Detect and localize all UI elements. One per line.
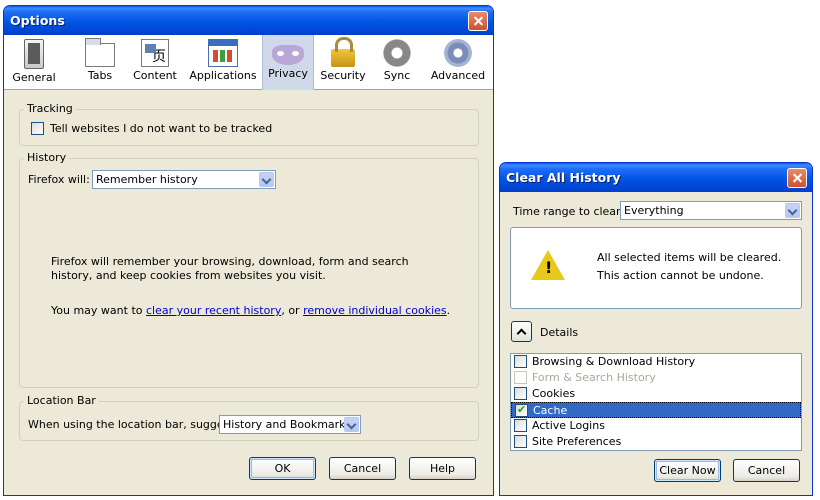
content-icon xyxy=(141,39,169,67)
active-logins-checkbox[interactable] xyxy=(514,419,527,432)
cache-label: Cache xyxy=(533,404,568,417)
applications-icon xyxy=(208,39,238,67)
options-close-button[interactable] xyxy=(468,11,488,31)
history-mode-select[interactable]: Remember history xyxy=(92,170,276,189)
chevron-down-icon[interactable] xyxy=(785,203,800,218)
clear-history-titlebar[interactable]: Clear All History xyxy=(500,163,812,192)
remove-individual-cookies-link[interactable]: remove individual cookies xyxy=(303,304,447,317)
chevron-down-icon[interactable] xyxy=(344,417,359,432)
tab-applications-label: Applications xyxy=(189,69,257,82)
clear-items-list: Browsing & Download History Form & Searc… xyxy=(510,353,802,451)
options-titlebar[interactable]: Options xyxy=(4,6,493,35)
do-not-track-label[interactable]: Tell websites I do not want to be tracke… xyxy=(50,122,272,135)
history-group: History Firefox will: Remember history F… xyxy=(19,151,479,388)
help-button[interactable]: Help xyxy=(409,457,476,480)
sync-icon xyxy=(383,39,411,67)
cancel-button[interactable]: Cancel xyxy=(329,457,396,480)
details-toggle-button[interactable] xyxy=(511,321,532,342)
tab-general-label: General xyxy=(12,71,56,84)
clear-history-title: Clear All History xyxy=(506,170,621,185)
site-preferences-checkbox[interactable] xyxy=(514,435,527,448)
warning-panel: All selected items will be cleared. This… xyxy=(510,227,802,309)
tab-security[interactable]: Security xyxy=(318,35,368,90)
active-logins-label: Active Logins xyxy=(532,419,605,432)
tab-security-label: Security xyxy=(320,69,366,82)
history-mode-value: Remember history xyxy=(96,173,198,186)
site-preferences-label: Site Preferences xyxy=(532,435,622,448)
tab-tabs-label: Tabs xyxy=(87,69,113,82)
chevron-down-icon[interactable] xyxy=(259,172,274,187)
clear-history-close-button[interactable] xyxy=(787,168,807,188)
form-history-label: Form & Search History xyxy=(532,371,656,384)
form-history-checkbox xyxy=(514,371,527,384)
tab-privacy-label: Privacy xyxy=(268,67,308,80)
warning-icon xyxy=(531,250,565,280)
list-item-cookies[interactable]: Cookies xyxy=(511,386,801,402)
do-not-track-checkbox[interactable] xyxy=(31,122,44,135)
suggest-label: When using the location bar, suggest: xyxy=(28,418,238,431)
tab-content[interactable]: Content xyxy=(128,35,182,90)
options-window: Options General Tabs Content Application… xyxy=(3,5,494,496)
browsing-history-label: Browsing & Download History xyxy=(532,355,696,368)
ok-button[interactable]: OK xyxy=(249,457,316,480)
list-item-site-preferences[interactable]: Site Preferences xyxy=(511,434,801,450)
suggestion-suffix: . xyxy=(446,304,451,317)
location-bar-group-label: Location Bar xyxy=(24,394,99,407)
tab-applications[interactable]: Applications xyxy=(186,35,260,90)
details-label[interactable]: Details xyxy=(540,326,578,339)
list-item-active-logins[interactable]: Active Logins xyxy=(511,418,801,434)
history-group-label: History xyxy=(24,151,70,164)
time-range-select[interactable]: Everything xyxy=(620,201,802,220)
location-bar-group: Location Bar When using the location bar… xyxy=(19,394,479,441)
tab-tabs[interactable]: Tabs xyxy=(74,35,126,90)
list-item-form-history: Form & Search History xyxy=(511,370,801,386)
cookies-checkbox[interactable] xyxy=(514,387,527,400)
options-title: Options xyxy=(10,13,65,28)
tracking-group: Tracking Tell websites I do not want to … xyxy=(19,102,479,146)
general-icon xyxy=(24,39,44,69)
history-suggestion: You may want to clear your recent histor… xyxy=(51,304,450,317)
clear-history-dialog: Clear All History Time range to clear: E… xyxy=(499,162,813,496)
suggestion-prefix: You may want to xyxy=(51,304,146,317)
tab-advanced[interactable]: Advanced xyxy=(428,35,488,90)
tab-privacy[interactable]: Privacy xyxy=(262,35,314,90)
tab-general[interactable]: General xyxy=(10,35,58,90)
tab-advanced-label: Advanced xyxy=(430,69,486,82)
time-range-label: Time range to clear: xyxy=(513,205,625,218)
clear-cancel-button[interactable]: Cancel xyxy=(733,459,800,482)
cookies-label: Cookies xyxy=(532,387,576,400)
warning-line-1: All selected items will be cleared. xyxy=(597,251,782,264)
list-item-cache[interactable]: Cache xyxy=(511,402,801,418)
list-item-browsing-history[interactable]: Browsing & Download History xyxy=(511,354,801,370)
tab-sync[interactable]: Sync xyxy=(376,35,418,90)
time-range-value: Everything xyxy=(624,204,684,217)
cache-checkbox[interactable] xyxy=(515,402,528,418)
firefox-will-label: Firefox will: xyxy=(28,173,90,186)
clear-now-button[interactable]: Clear Now xyxy=(654,459,721,482)
gear-icon xyxy=(444,39,472,67)
tabs-icon xyxy=(85,38,115,67)
history-description: Firefox will remember your browsing, dow… xyxy=(51,255,409,282)
location-suggest-value: History and Bookmarks xyxy=(223,418,352,431)
options-toolbar: General Tabs Content Applications Privac… xyxy=(4,35,493,90)
clear-recent-history-link[interactable]: clear your recent history xyxy=(146,304,281,317)
padlock-icon xyxy=(331,37,355,67)
suggestion-or: , or xyxy=(281,304,304,317)
tab-content-label: Content xyxy=(133,69,177,82)
browsing-history-checkbox[interactable] xyxy=(514,355,527,368)
tracking-group-label: Tracking xyxy=(24,102,76,115)
tab-sync-label: Sync xyxy=(383,69,411,82)
location-suggest-select[interactable]: History and Bookmarks xyxy=(219,415,361,434)
privacy-mask-icon xyxy=(272,45,304,65)
warning-line-2: This action cannot be undone. xyxy=(597,269,764,282)
